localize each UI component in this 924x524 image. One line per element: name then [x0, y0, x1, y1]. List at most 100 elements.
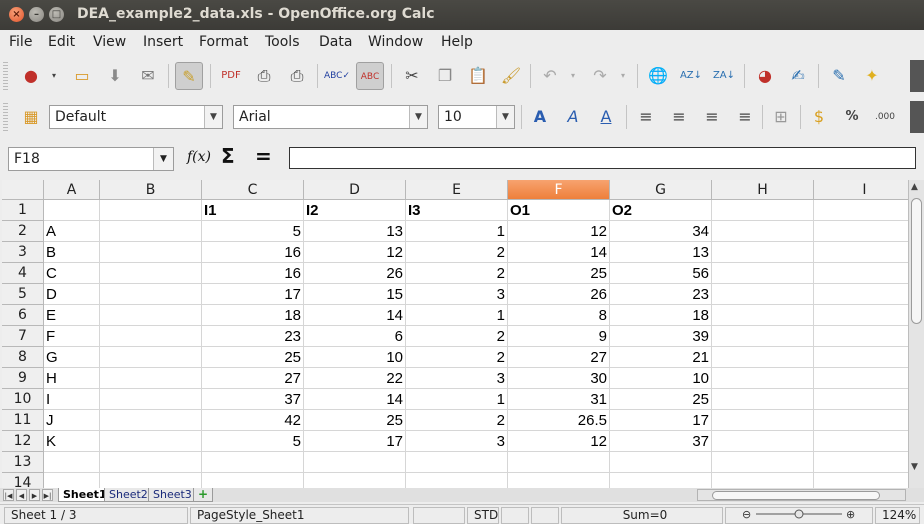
cell-e14[interactable] — [406, 473, 508, 488]
save-icon[interactable]: ⬇ — [101, 62, 129, 90]
cell-f7[interactable]: 9 — [508, 326, 610, 347]
vertical-scrollbar[interactable]: ▲ ▼ — [908, 180, 924, 488]
merge-cells-icon[interactable]: ⊞ — [767, 103, 795, 131]
cell-b6[interactable] — [100, 305, 202, 326]
cell-c10[interactable]: 37 — [202, 389, 304, 410]
currency-format-icon[interactable]: $ — [805, 103, 833, 131]
formula-input[interactable] — [289, 147, 916, 169]
minimize-window-button[interactable]: – — [29, 7, 44, 22]
menu-tools[interactable]: Tools — [265, 34, 300, 50]
new-document-icon[interactable]: ● — [17, 62, 45, 90]
cell-h5[interactable] — [712, 284, 814, 305]
cell-g6[interactable]: 18 — [610, 305, 712, 326]
row-header-11[interactable]: 11 — [2, 410, 44, 431]
cell-a13[interactable] — [44, 452, 100, 473]
row-header-9[interactable]: 9 — [2, 368, 44, 389]
email-icon[interactable]: ✉ — [134, 62, 162, 90]
cell-d10[interactable]: 14 — [304, 389, 406, 410]
cell-e9[interactable]: 3 — [406, 368, 508, 389]
scroll-up-icon[interactable]: ▲ — [911, 182, 918, 192]
menu-insert[interactable]: Insert — [143, 34, 183, 50]
cell-d9[interactable]: 22 — [304, 368, 406, 389]
cell-e5[interactable]: 3 — [406, 284, 508, 305]
cell-f8[interactable]: 27 — [508, 347, 610, 368]
cell-i14[interactable] — [814, 473, 908, 488]
cut-icon[interactable]: ✂ — [398, 62, 426, 90]
selection-mode[interactable]: STD — [467, 507, 499, 524]
cell-c11[interactable]: 42 — [202, 410, 304, 431]
cell-c8[interactable]: 25 — [202, 347, 304, 368]
column-header-d[interactable]: D — [304, 180, 406, 200]
cell-i13[interactable] — [814, 452, 908, 473]
menu-help[interactable]: Help — [441, 34, 473, 50]
align-center-icon[interactable]: ≡ — [665, 103, 693, 131]
sheet-tab-sheet3[interactable]: Sheet3 — [148, 488, 197, 502]
column-header-h[interactable]: H — [712, 180, 814, 200]
paste-icon[interactable]: 📋 — [464, 62, 492, 90]
cell-b7[interactable] — [100, 326, 202, 347]
column-header-e[interactable]: E — [406, 180, 508, 200]
cell-d4[interactable]: 26 — [304, 263, 406, 284]
row-header-13[interactable]: 13 — [2, 452, 44, 473]
print-icon[interactable]: ⎙ — [250, 62, 278, 90]
row-header-10[interactable]: 10 — [2, 389, 44, 410]
cell-c9[interactable]: 27 — [202, 368, 304, 389]
sum-icon[interactable]: Σ — [221, 144, 235, 168]
toolbar-handle[interactable] — [3, 62, 8, 90]
font-name-combo[interactable]: Arial ▼ — [233, 105, 428, 129]
cell-b2[interactable] — [100, 221, 202, 242]
clone-formatting-icon[interactable]: 🖌 — [497, 62, 525, 90]
zoom-in-icon[interactable]: ⊕ — [846, 509, 855, 519]
cell-f6[interactable]: 8 — [508, 305, 610, 326]
show-draw-functions-icon[interactable]: ✍ — [784, 62, 812, 90]
function-wizard-icon[interactable]: f(x) — [187, 149, 211, 165]
row-header-3[interactable]: 3 — [2, 242, 44, 263]
cell-c13[interactable] — [202, 452, 304, 473]
cell-i7[interactable] — [814, 326, 908, 347]
menu-format[interactable]: Format — [199, 34, 248, 50]
cell-g14[interactable] — [610, 473, 712, 488]
cell-f10[interactable]: 31 — [508, 389, 610, 410]
cell-f14[interactable] — [508, 473, 610, 488]
cell-b13[interactable] — [100, 452, 202, 473]
cell-f2[interactable]: 12 — [508, 221, 610, 242]
previous-sheet-icon[interactable]: ◀ — [16, 489, 27, 501]
cell-b10[interactable] — [100, 389, 202, 410]
cell-g5[interactable]: 23 — [610, 284, 712, 305]
cell-f9[interactable]: 30 — [508, 368, 610, 389]
cell-g12[interactable]: 37 — [610, 431, 712, 452]
column-header-i[interactable]: I — [814, 180, 908, 200]
cell-h6[interactable] — [712, 305, 814, 326]
page-style[interactable]: PageStyle_Sheet1 — [190, 507, 409, 524]
horizontal-scroll-thumb[interactable] — [712, 491, 880, 500]
insert-chart-icon[interactable]: ◕ — [751, 62, 779, 90]
add-sheet-icon[interactable]: + — [193, 488, 213, 502]
align-right-icon[interactable]: ≡ — [698, 103, 726, 131]
name-box[interactable]: F18 ▼ — [8, 147, 174, 171]
menu-window[interactable]: Window — [368, 34, 423, 50]
cell-i6[interactable] — [814, 305, 908, 326]
italic-icon[interactable]: A — [559, 103, 587, 131]
cell-e11[interactable]: 2 — [406, 410, 508, 431]
cell-h9[interactable] — [712, 368, 814, 389]
cell-d3[interactable]: 12 — [304, 242, 406, 263]
cell-f1[interactable]: O1 — [508, 200, 610, 221]
font-size-combo[interactable]: 10 ▼ — [438, 105, 515, 129]
cell-d1[interactable]: I2 — [304, 200, 406, 221]
last-sheet-icon[interactable]: ▶| — [42, 489, 53, 501]
cell-i11[interactable] — [814, 410, 908, 431]
cell-h13[interactable] — [712, 452, 814, 473]
cell-g11[interactable]: 17 — [610, 410, 712, 431]
menu-file[interactable]: File — [9, 34, 32, 50]
cell-e8[interactable]: 2 — [406, 347, 508, 368]
cell-c14[interactable] — [202, 473, 304, 488]
underline-icon[interactable]: A — [592, 103, 620, 131]
cell-g10[interactable]: 25 — [610, 389, 712, 410]
row-header-14[interactable]: 14 — [2, 473, 44, 488]
cell-e7[interactable]: 2 — [406, 326, 508, 347]
chevron-down-icon[interactable]: ▼ — [409, 106, 427, 128]
cell-a6[interactable]: E — [44, 305, 100, 326]
style-combo[interactable]: Default ▼ — [49, 105, 223, 129]
cell-d14[interactable] — [304, 473, 406, 488]
cell-e13[interactable] — [406, 452, 508, 473]
